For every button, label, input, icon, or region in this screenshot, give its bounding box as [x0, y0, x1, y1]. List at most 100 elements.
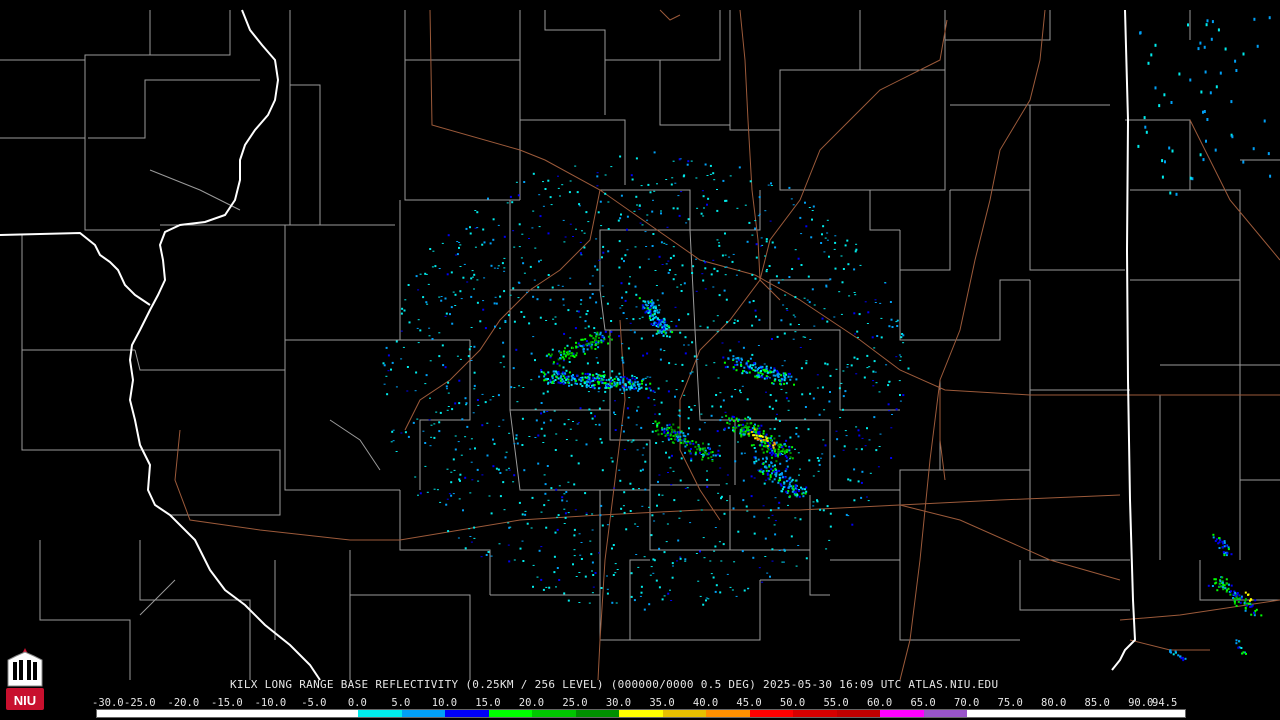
echo-pixel [647, 258, 650, 260]
echo-pixel [841, 281, 844, 284]
echo-pixel [758, 434, 761, 437]
echo-pixel [547, 371, 550, 374]
echo-pixel [1239, 601, 1242, 604]
echo-pixel [717, 377, 720, 379]
echo-pixel [683, 282, 686, 285]
echo-pixel [562, 219, 565, 221]
echo-pixel [771, 560, 774, 562]
echo-pixel [1205, 139, 1207, 143]
echo-pixel [453, 469, 456, 471]
echo-pixel [771, 548, 774, 551]
echo-pixel [786, 309, 789, 311]
echo-pixel [839, 417, 842, 419]
echo-pixel [636, 380, 639, 383]
echo-pixel [777, 376, 780, 378]
echo-pixel [416, 418, 419, 420]
echo-pixel [658, 320, 661, 323]
echo-pixel [737, 530, 740, 533]
echo-pixel [446, 498, 449, 500]
echo-pixel [693, 405, 696, 407]
echo-pixel [737, 341, 740, 343]
echo-pixel [654, 430, 657, 432]
echo-pixel [847, 478, 850, 481]
echo-pixel [458, 498, 461, 500]
echo-pixel [432, 250, 435, 252]
echo-pixel [633, 376, 636, 378]
echo-pixel [627, 378, 630, 381]
echo-pixel [457, 537, 460, 539]
echo-pixel [551, 286, 554, 289]
echo-pixel [724, 274, 727, 276]
echo-pixel [754, 227, 757, 230]
echo-pixel [585, 313, 588, 316]
echo-pixel [666, 523, 669, 525]
echo-pixel [670, 600, 673, 601]
echo-pixel [774, 246, 777, 249]
echo-pixel [769, 474, 772, 477]
echo-pixel [483, 277, 486, 279]
echo-pixel [864, 301, 867, 303]
echo-pixel [729, 586, 732, 588]
echo-pixel [493, 267, 496, 269]
echo-pixel [878, 446, 881, 447]
echo-pixel [518, 246, 521, 248]
echo-pixel [805, 360, 808, 362]
echo-pixel [583, 352, 586, 355]
echo-pixel [710, 414, 713, 417]
echo-pixel [787, 490, 790, 493]
echo-pixel [648, 310, 651, 312]
echo-pixel [713, 362, 716, 364]
echo-pixel [713, 179, 716, 181]
echo-pixel [823, 409, 826, 411]
echo-pixel [644, 311, 647, 314]
echo-pixel [735, 417, 738, 420]
echo-pixel [568, 357, 571, 360]
echo-pixel [851, 523, 854, 526]
echo-pixel [789, 378, 792, 381]
echo-pixel [726, 500, 729, 502]
scale-label: 0.0 [347, 697, 367, 709]
echo-pixel [670, 484, 673, 486]
echo-pixel [640, 337, 643, 340]
echo-pixel [764, 556, 767, 557]
echo-pixel [641, 224, 644, 226]
echo-pixel [473, 273, 476, 276]
echo-pixel [604, 390, 607, 393]
echo-pixel [629, 510, 632, 512]
echo-pixel [898, 354, 901, 356]
echo-pixel [662, 330, 665, 333]
echo-pixel [408, 321, 411, 324]
echo-pixel [770, 448, 773, 451]
echo-pixel [556, 567, 559, 569]
echo-pixel [623, 389, 626, 392]
echo-pixel [821, 233, 823, 236]
echo-pixel [727, 357, 730, 360]
echo-pixel [700, 509, 703, 511]
echo-pixel [1235, 639, 1238, 642]
scale-label: -30.0 [92, 697, 124, 709]
echo-pixel [661, 426, 663, 429]
echo-pixel [758, 196, 761, 199]
echo-pixel [770, 453, 773, 456]
echo-pixel [561, 499, 564, 502]
echo-pixel [610, 338, 613, 341]
echo-pixel [663, 327, 665, 330]
echo-pixel [855, 373, 858, 375]
echo-pixel [754, 456, 757, 459]
echo-pixel [676, 438, 679, 441]
echo-pixel [613, 487, 616, 489]
echo-pixel [614, 414, 617, 415]
echo-pixel [712, 320, 715, 322]
echo-pixel [769, 428, 772, 430]
echo-pixel [794, 517, 797, 519]
echo-pixel [588, 382, 591, 385]
echo-pixel [504, 321, 507, 323]
echo-pixel [752, 300, 755, 302]
echo-pixel [401, 307, 404, 310]
echo-pixel [783, 360, 786, 362]
scale-swatch [184, 710, 228, 717]
echo-pixel [873, 416, 876, 419]
echo-pixel [577, 462, 580, 465]
echo-pixel [611, 460, 614, 463]
echo-pixel [633, 383, 636, 386]
